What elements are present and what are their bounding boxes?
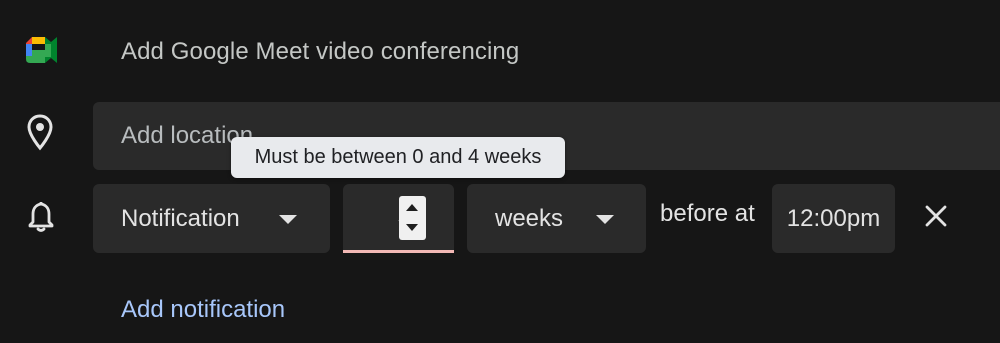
notification-time-label: 12:00pm <box>786 205 881 232</box>
chevron-down-icon <box>596 215 614 224</box>
add-google-meet-link[interactable]: Add Google Meet video conferencing <box>121 38 519 66</box>
add-notification-link[interactable]: Add notification <box>121 296 285 324</box>
before-at-label: before at <box>660 200 755 227</box>
bell-icon <box>28 202 54 232</box>
notification-unit-label: weeks <box>495 205 564 232</box>
error-tooltip: Must be between 0 and 4 weeks <box>231 137 565 178</box>
stepper-up-icon[interactable] <box>406 204 418 211</box>
close-icon[interactable] <box>922 202 950 230</box>
notification-unit-select[interactable]: weeks <box>467 184 646 253</box>
google-meet-icon <box>26 37 57 63</box>
notification-type-label: Notification <box>121 205 240 232</box>
stepper-down-icon[interactable] <box>406 224 418 231</box>
notification-time-select[interactable]: 12:00pm <box>772 184 895 253</box>
event-details-panel: Add Google Meet video conferencing Notif… <box>0 0 1000 343</box>
amount-stepper[interactable] <box>399 196 426 240</box>
chevron-down-icon <box>279 215 297 224</box>
notification-type-select[interactable]: Notification <box>93 184 330 253</box>
location-pin-icon <box>27 114 53 151</box>
